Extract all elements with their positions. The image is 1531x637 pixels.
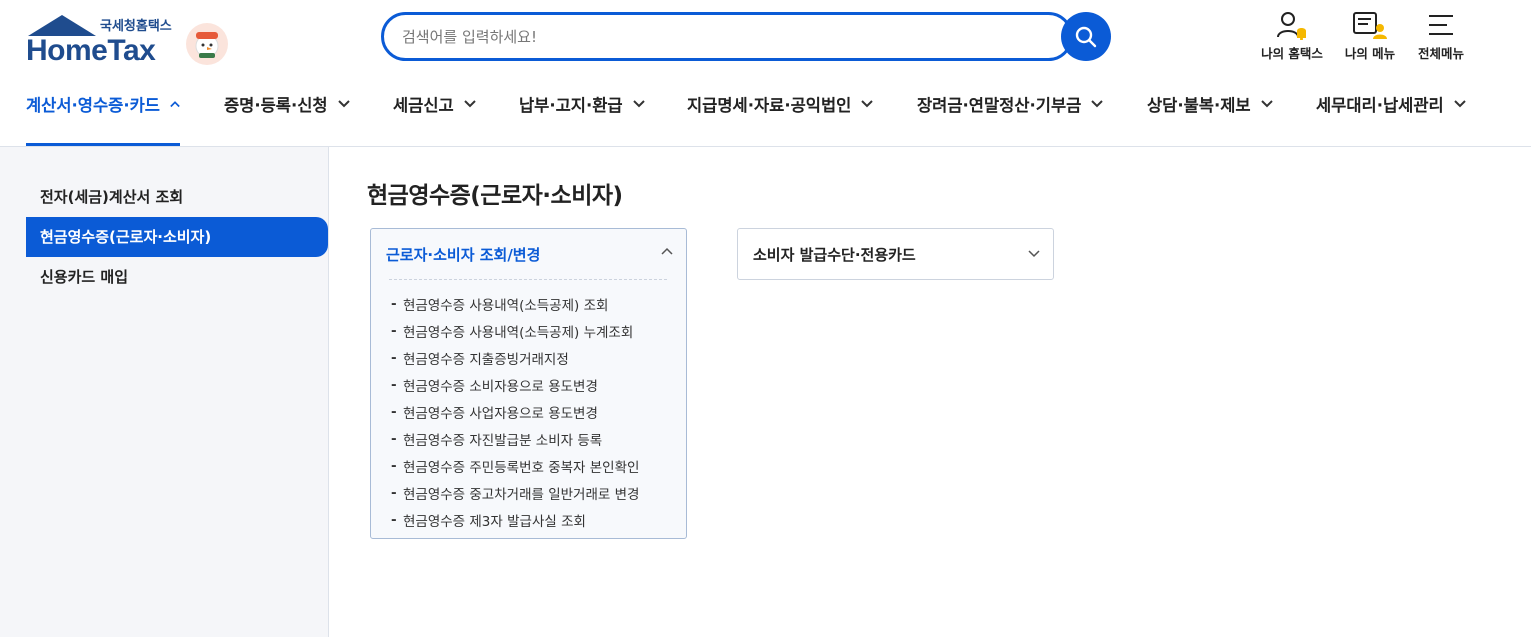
card-menu-item[interactable]: - 현금영수증 주민등록번호 중복자 본인확인 [391,452,639,479]
gnb-item-tax-return[interactable]: 세금신고 [393,92,476,146]
dash-bullet: - [391,322,397,339]
divider [389,279,667,280]
menu-card-worker-consumer: 근로자·소비자 조회/변경 - 현금영수증 사용내역(소득공제) 조회 - 현금영수… [370,228,687,539]
full-menu-label: 전체메뉴 [1417,46,1464,61]
gnb-item-label: 세무대리·납세관리 [1316,96,1444,115]
card-menu-item[interactable]: - 현금영수증 지출증빙거래지정 [391,344,639,371]
dash-bullet: - [391,349,397,366]
card-menu-item-label: 현금영수증 자진발급분 소비자 등록 [403,432,603,449]
gnb-item-label: 장려금·연말정산·기부금 [917,96,1082,115]
hometax-logo[interactable]: 국세청홈택스 HomeTax [26,12,236,67]
menu-user-icon [1353,12,1387,39]
dash-bullet: - [391,376,397,393]
card-menu-item[interactable]: - 현금영수증 소비자용으로 용도변경 [391,371,639,398]
chevron-down-icon [632,100,645,108]
my-menu-label: 나의 메뉴 [1344,46,1396,61]
card-menu-item[interactable]: - 현금영수증 제3자 발급사실 조회 [391,506,639,533]
dash-bullet: - [391,457,397,474]
card-menu-item[interactable]: - 현금영수증 사업자용으로 용도변경 [391,398,639,425]
search-button[interactable] [1061,12,1111,61]
dash-bullet: - [391,430,397,447]
user-bell-icon [1277,12,1306,40]
chevron-down-icon [464,100,476,108]
gnb-item-label: 납부·고지·환급 [519,96,623,115]
chevron-down-icon [1028,250,1040,258]
lnb-item-credit-card[interactable]: 신용카드 매입 [26,257,328,297]
card-menu-item-label: 현금영수증 주민등록번호 중복자 본인확인 [403,459,640,476]
card-menu-item[interactable]: - 현금영수증 중고차거래를 일반거래로 변경 [391,479,639,506]
card-menu-item-label: 현금영수증 소비자용으로 용도변경 [403,378,598,395]
search-icon [1075,26,1097,47]
logo-text: HomeTax [26,34,156,67]
my-menu-button[interactable]: 나의 메뉴 [1334,10,1406,65]
card-heading[interactable]: 근로자·소비자 조회/변경 [386,244,540,265]
chevron-down-icon [1260,100,1273,108]
card-menu-item-label: 현금영수증 지출증빙거래지정 [403,351,569,368]
dropdown-label: 소비자 발급수단·전용카드 [753,246,916,264]
card-menu-item-label: 현금영수증 사용내역(소득공제) 누계조회 [403,324,634,341]
header: 국세청홈택스 HomeTax 나의 홈택스 [0,0,1531,80]
page-title: 현금영수증(근로자·소비자) [367,183,623,209]
gnb-item-label: 계산서·영수증·카드 [26,96,160,115]
card-menu-item-label: 현금영수증 제3자 발급사실 조회 [403,513,586,530]
consumer-issue-means-dropdown[interactable]: 소비자 발급수단·전용카드 [737,228,1054,280]
card-menu-item-label: 현금영수증 사용내역(소득공제) 조회 [403,297,609,314]
card-menu-list: - 현금영수증 사용내역(소득공제) 조회 - 현금영수증 사용내역(소득공제) 누… [391,290,639,533]
gnb-item-label: 상담·불복·제보 [1147,96,1251,115]
gnb-item-invoice-receipt-card[interactable]: 계산서·영수증·카드 [26,92,180,146]
chevron-down-icon [337,100,350,108]
card-menu-item[interactable]: - 현금영수증 사용내역(소득공제) 누계조회 [391,317,639,344]
card-menu-item[interactable]: - 현금영수증 사용내역(소득공제) 조회 [391,290,639,317]
gnb-item-incentive[interactable]: 장려금·연말정산·기부금 [917,92,1104,146]
snowman-mascot-icon [186,23,228,65]
chevron-down-icon [1454,100,1466,108]
gnb-item-consultation[interactable]: 상담·불복·제보 [1147,92,1273,146]
gnb-item-payment[interactable]: 납부·고지·환급 [519,92,645,146]
side-nav: 전자(세금)계산서 조회 현금영수증(근로자·소비자) 신용카드 매입 [0,147,329,637]
lnb-item-e-invoice[interactable]: 전자(세금)계산서 조회 [26,177,328,217]
chevron-down-icon [1091,100,1104,108]
my-hometax-button[interactable]: 나의 홈택스 [1256,10,1328,65]
chevron-up-icon [170,101,180,108]
search-input[interactable] [402,26,1042,48]
card-menu-item-label: 현금영수증 사업자용으로 용도변경 [403,405,598,422]
gnb-item-label: 증명·등록·신청 [224,96,328,115]
card-menu-item[interactable]: - 현금영수증 자진발급분 소비자 등록 [391,425,639,452]
dash-bullet: - [391,403,397,420]
gnb-item-statement[interactable]: 지급명세·자료·공익법인 [687,92,874,146]
chevron-up-icon[interactable] [661,247,673,255]
dash-bullet: - [391,484,397,501]
gnb-item-label: 세금신고 [393,96,454,115]
gnb-item-tax-agent[interactable]: 세무대리·납세관리 [1316,92,1466,146]
hamburger-icon [1429,15,1453,35]
lnb-item-cash-receipt[interactable]: 현금영수증(근로자·소비자) [26,217,328,257]
dash-bullet: - [391,295,397,312]
full-menu-button[interactable]: 전체메뉴 [1405,10,1477,65]
dash-bullet: - [391,511,397,528]
global-nav: 계산서·영수증·카드 증명·등록·신청 세금신고 납부·고지·환급 지급명세·자… [0,80,1531,147]
gnb-item-label: 지급명세·자료·공익법인 [687,96,852,115]
chevron-down-icon [861,100,874,108]
card-menu-item-label: 현금영수증 중고차거래를 일반거래로 변경 [403,486,640,503]
search-box [381,12,1073,61]
my-hometax-label: 나의 홈택스 [1261,46,1323,61]
logo-subtitle: 국세청홈택스 [100,19,172,34]
gnb-item-certificate[interactable]: 증명·등록·신청 [224,92,350,146]
